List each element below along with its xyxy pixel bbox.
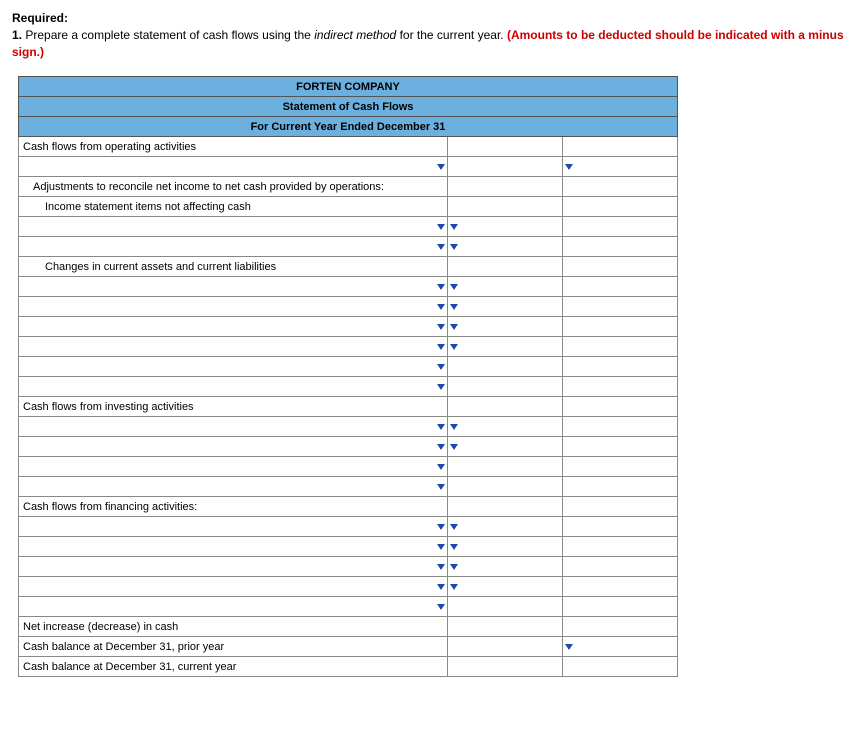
changes-line-select[interactable] [19,357,448,377]
amount-input[interactable] [563,657,678,677]
empty-cell [563,237,678,257]
financing-line-select[interactable] [19,577,448,597]
empty-cell [448,477,563,497]
financing-line-select[interactable] [19,537,448,557]
empty-cell [563,537,678,557]
amount-input[interactable] [563,617,678,637]
amount-input[interactable] [448,577,563,597]
amount-input[interactable] [563,637,678,657]
empty-cell [448,257,563,277]
question-block: Required: 1. Prepare a complete statemen… [12,10,844,60]
investing-line-select[interactable] [19,417,448,437]
investing-line-select[interactable] [19,437,448,457]
empty-cell [448,617,563,637]
empty-cell [448,657,563,677]
empty-cell [563,177,678,197]
amount-input[interactable] [448,357,563,377]
empty-cell [563,257,678,277]
empty-cell [448,177,563,197]
empty-cell [563,517,678,537]
question-italic: indirect method [314,28,396,42]
investing-line-select[interactable] [19,457,448,477]
question-text: 1. Prepare a complete statement of cash … [12,27,844,61]
empty-cell [448,597,563,617]
empty-cell [563,197,678,217]
adjustments-header: Adjustments to reconcile net income to n… [19,177,448,197]
amount-input[interactable] [448,517,563,537]
changes-line-select[interactable] [19,337,448,357]
operating-subtotal-select[interactable] [19,377,448,397]
empty-cell [563,557,678,577]
financing-line-select[interactable] [19,557,448,577]
amount-input[interactable] [448,157,563,177]
empty-cell [563,357,678,377]
empty-cell [563,497,678,517]
financing-section-header: Cash flows from financing activities: [19,497,448,517]
amount-input[interactable] [563,157,678,177]
amount-input[interactable] [448,317,563,337]
prior-balance-label: Cash balance at December 31, prior year [19,637,448,657]
amount-input[interactable] [448,337,563,357]
empty-cell [448,637,563,657]
empty-cell [563,337,678,357]
empty-cell [563,417,678,437]
empty-cell [563,317,678,337]
empty-cell [563,397,678,417]
table-title-period: For Current Year Ended December 31 [19,117,678,137]
empty-cell [563,437,678,457]
amount-input[interactable] [563,597,678,617]
changes-header: Changes in current assets and current li… [19,257,448,277]
financing-line-select[interactable] [19,517,448,537]
table-title-company: FORTEN COMPANY [19,77,678,97]
operating-section-header: Cash flows from operating activities [19,137,448,157]
changes-line-select[interactable] [19,317,448,337]
amount-input[interactable] [563,477,678,497]
question-number: 1. [12,28,22,42]
investing-subtotal-select[interactable] [19,477,448,497]
amount-input[interactable] [448,437,563,457]
investing-section-header: Cash flows from investing activities [19,397,448,417]
empty-cell [563,577,678,597]
empty-cell [563,137,678,157]
empty-cell [563,277,678,297]
operating-line-select[interactable] [19,157,448,177]
cashflow-table: FORTEN COMPANY Statement of Cash Flows F… [18,76,678,677]
amount-input[interactable] [448,217,563,237]
financing-subtotal-select[interactable] [19,597,448,617]
empty-cell [448,377,563,397]
empty-cell [563,217,678,237]
empty-cell [448,497,563,517]
empty-cell [448,197,563,217]
amount-input[interactable] [448,557,563,577]
question-text-after: for the current year. [396,28,507,42]
required-label: Required: [12,10,844,27]
amount-input[interactable] [563,377,678,397]
amount-input[interactable] [448,537,563,557]
changes-line-select[interactable] [19,297,448,317]
amount-input[interactable] [448,417,563,437]
empty-cell [448,137,563,157]
changes-line-select[interactable] [19,277,448,297]
table-title-statement: Statement of Cash Flows [19,97,678,117]
empty-cell [563,457,678,477]
amount-input[interactable] [448,277,563,297]
net-change-label: Net increase (decrease) in cash [19,617,448,637]
amount-input[interactable] [448,237,563,257]
empty-cell [448,397,563,417]
question-text-before: Prepare a complete statement of cash flo… [25,28,314,42]
amount-input[interactable] [448,297,563,317]
amount-input[interactable] [448,457,563,477]
nonaffecting-line-select[interactable] [19,237,448,257]
empty-cell [563,297,678,317]
nonaffecting-header: Income statement items not affecting cas… [19,197,448,217]
current-balance-label: Cash balance at December 31, current yea… [19,657,448,677]
nonaffecting-line-select[interactable] [19,217,448,237]
